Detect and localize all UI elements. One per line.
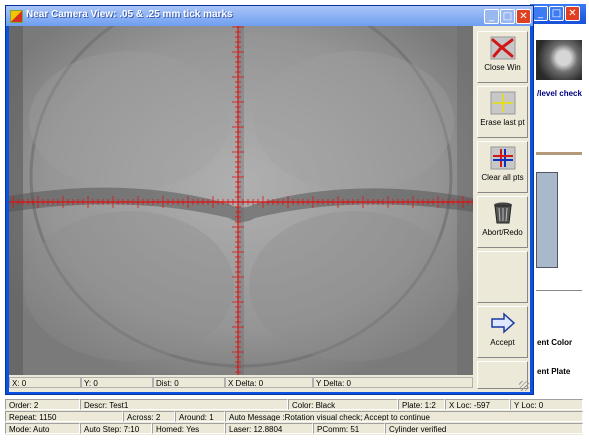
camera-image[interactable] <box>9 26 473 375</box>
status-homed: Homed: Yes <box>152 423 225 434</box>
quadrant-bottom-right <box>249 211 459 361</box>
status-auto-message: Auto Message :Rotation visual check; Acc… <box>225 411 583 422</box>
background-maximize-button[interactable]: □ <box>549 6 564 21</box>
status-auto-step: Auto Step: 7:10 <box>80 423 152 434</box>
erase-last-pt-button[interactable]: Erase last pt <box>477 86 528 138</box>
status-repeat: Repeat: 1150 <box>5 411 123 422</box>
background-color-label: ent Color <box>537 338 573 347</box>
x-delta-readout: X Delta: 0 <box>225 377 313 388</box>
status-bar: Order: 2 Descr: Test1 Color: Black Plate… <box>5 399 583 435</box>
status-plate: Plate: 1:2 <box>398 399 445 410</box>
blue-red-crosshair-icon <box>490 146 516 170</box>
status-cylinder: Cylinder verified <box>385 423 583 434</box>
camera-window-client: X: 0 Y: 0 Dist: 0 X Delta: 0 Y Delta: 0 … <box>9 26 530 392</box>
quadrant-top-left <box>29 51 229 191</box>
y-delta-readout: Y Delta: 0 <box>313 377 473 388</box>
tool-panel: Close Win Erase last pt Clear all pts Ab… <box>475 26 530 390</box>
abort-redo-button[interactable]: Abort/Redo <box>477 196 528 248</box>
camera-image-svg <box>9 26 473 375</box>
status-laser: Laser: 12.8804 <box>225 423 313 434</box>
status-around: Around: 1 <box>175 411 225 422</box>
clear-all-pts-label: Clear all pts <box>481 173 524 182</box>
quadrant-top-right <box>254 51 454 191</box>
accept-button[interactable]: Accept <box>477 306 528 358</box>
quadrant-bottom-left <box>24 211 234 361</box>
resize-grip[interactable] <box>519 381 529 391</box>
camera-window-titlebar[interactable]: Near Camera View: .05 & .25 mm tick mark… <box>6 6 533 26</box>
abort-redo-label: Abort/Redo <box>482 228 523 237</box>
y-readout: Y: 0 <box>81 377 153 388</box>
erase-last-pt-label: Erase last pt <box>480 118 525 127</box>
blank-tool-button[interactable] <box>477 251 528 303</box>
status-mode: Mode: Auto <box>5 423 80 434</box>
background-level-check-label: /level check <box>537 89 582 98</box>
accept-label: Accept <box>490 338 515 347</box>
red-x-icon <box>490 36 516 60</box>
status-order: Order: 2 <box>5 399 80 410</box>
status-pcomm: PComm: 51 <box>313 423 385 434</box>
background-preview-panel <box>536 172 558 268</box>
status-descr: Descr: Test1 <box>80 399 288 410</box>
trash-bin-icon <box>494 202 512 224</box>
clear-all-pts-button[interactable]: Clear all pts <box>477 141 528 193</box>
background-minimize-button[interactable]: _ <box>533 6 548 21</box>
camera-view-window: Near Camera View: .05 & .25 mm tick mark… <box>5 5 534 395</box>
background-plate-label: ent Plate <box>537 367 571 376</box>
close-win-label: Close Win <box>484 63 521 72</box>
status-x-loc: X Loc: -597 <box>445 399 510 410</box>
yellow-crosshair-icon <box>490 91 516 115</box>
close-win-button[interactable]: Close Win <box>477 31 528 83</box>
background-divider <box>536 152 582 155</box>
background-divider <box>536 290 582 291</box>
maximize-button[interactable]: □ <box>500 9 515 24</box>
status-across: Across: 2 <box>123 411 175 422</box>
app-icon <box>10 10 23 23</box>
right-arrow-icon <box>491 312 516 334</box>
close-button[interactable]: ✕ <box>516 9 531 24</box>
background-thumbnail-image <box>536 40 582 80</box>
dist-readout: Dist: 0 <box>153 377 225 388</box>
window-title: Near Camera View: .05 & .25 mm tick mark… <box>26 9 233 20</box>
x-readout: X: 0 <box>9 377 81 388</box>
status-y-loc: Y Loc: 0 <box>510 399 583 410</box>
minimize-button[interactable]: _ <box>484 9 499 24</box>
background-close-button[interactable]: ✕ <box>565 6 580 21</box>
status-color: Color: Black <box>288 399 398 410</box>
coordinate-bar: X: 0 Y: 0 Dist: 0 X Delta: 0 Y Delta: 0 <box>9 375 473 389</box>
